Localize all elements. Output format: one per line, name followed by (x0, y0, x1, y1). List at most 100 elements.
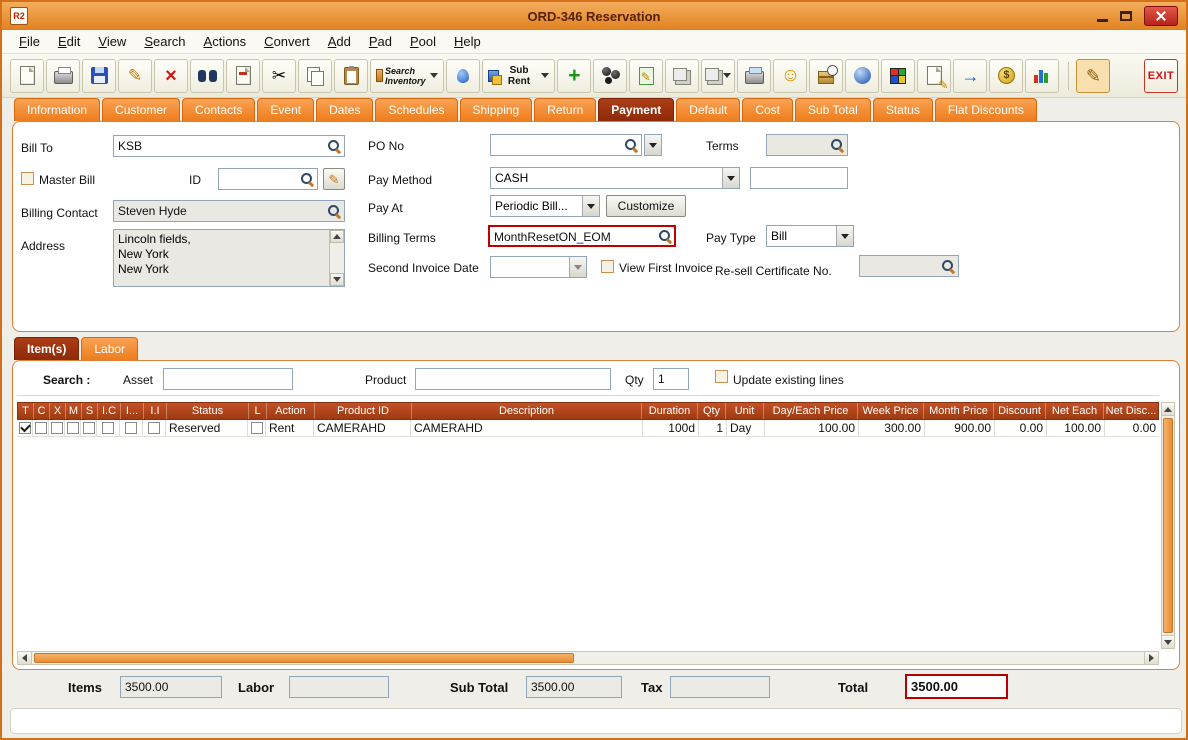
menu-pool[interactable]: Pool (401, 31, 445, 52)
col-header-net-each[interactable]: Net Each (1046, 403, 1104, 419)
po-no-field[interactable] (490, 134, 642, 156)
row-checkbox-m[interactable] (67, 422, 79, 434)
save-button[interactable] (82, 59, 116, 93)
col-header-month-price[interactable]: Month Price (924, 403, 994, 419)
tab-contacts[interactable]: Contacts (182, 98, 255, 121)
menu-help[interactable]: Help (445, 31, 490, 52)
tab-schedules[interactable]: Schedules (375, 98, 457, 121)
combo-arrow-button[interactable] (569, 257, 586, 277)
availability-button[interactable] (809, 59, 843, 93)
delete-button[interactable]: × (154, 59, 188, 93)
scroll-up-icon[interactable] (330, 230, 344, 243)
pay-method-extra-field[interactable] (750, 167, 848, 189)
edit-notes-button[interactable]: ✎ (917, 59, 951, 93)
tab-information[interactable]: Information (14, 98, 100, 121)
col-header-t[interactable]: T (18, 403, 34, 419)
vertical-scroll-thumb[interactable] (1163, 418, 1173, 633)
menu-view[interactable]: View (89, 31, 135, 52)
search-icon[interactable] (300, 172, 314, 186)
pay-method-combo[interactable]: CASH (490, 167, 740, 189)
scroll-up-icon[interactable] (1162, 403, 1174, 416)
col-header-product-id[interactable]: Product ID (315, 403, 412, 419)
export-button[interactable]: → (953, 59, 987, 93)
bill-to-field[interactable]: KSB (113, 135, 345, 157)
col-header-s[interactable]: S (82, 403, 98, 419)
combo-arrow-button[interactable] (722, 168, 739, 188)
po-no-dropdown-button[interactable] (644, 134, 662, 156)
id-edit-button[interactable]: ✎ (323, 168, 345, 190)
col-header-duration[interactable]: Duration (642, 403, 698, 419)
scroll-left-icon[interactable] (18, 652, 32, 664)
product-search-field[interactable] (415, 368, 611, 390)
search-icon[interactable] (327, 139, 341, 153)
search-icon[interactable] (658, 229, 672, 243)
tab-items[interactable]: Item(s) (14, 337, 79, 360)
col-header-m[interactable]: M (66, 403, 82, 419)
col-header-net-disc[interactable]: Net Disc... (1104, 403, 1158, 419)
tab-return[interactable]: Return (534, 98, 596, 121)
row-checkbox-t[interactable] (19, 422, 31, 434)
row-checkbox-x[interactable] (51, 422, 63, 434)
wand-button[interactable]: ✎ (1076, 59, 1110, 93)
menu-add[interactable]: Add (319, 31, 360, 52)
resell-certificate-field[interactable] (859, 255, 959, 277)
search-icon[interactable] (941, 259, 955, 273)
paste-button[interactable] (334, 59, 368, 93)
tab-flat-discounts[interactable]: Flat Discounts (935, 98, 1037, 121)
menu-edit[interactable]: Edit (49, 31, 89, 52)
billing-terms-field[interactable]: MonthResetON_EOM (488, 225, 676, 247)
table-row[interactable]: Reserved Rent CAMERAHD CAMERAHD 100d 1 D… (17, 420, 1159, 437)
find-button[interactable] (190, 59, 224, 93)
row-checkbox-c[interactable] (35, 422, 47, 434)
menu-file[interactable]: File (10, 31, 49, 52)
maximize-icon[interactable] (1120, 11, 1132, 21)
exit-button[interactable]: EXIT (1144, 59, 1178, 93)
view-first-invoice-checkbox[interactable] (601, 260, 614, 273)
horizontal-scrollbar[interactable] (17, 651, 1159, 665)
tab-customer[interactable]: Customer (102, 98, 180, 121)
tab-status[interactable]: Status (873, 98, 933, 121)
col-header-unit[interactable]: Unit (726, 403, 764, 419)
customize-button[interactable]: Customize (606, 195, 686, 217)
pay-at-combo[interactable]: Periodic Bill... (490, 195, 600, 217)
address-field[interactable]: Lincoln fields, New York New York (113, 229, 345, 287)
scroll-down-icon[interactable] (1162, 635, 1174, 648)
billing-contact-field[interactable]: Steven Hyde (113, 200, 345, 222)
col-header-day-each-price[interactable]: Day/Each Price (764, 403, 858, 419)
combo-arrow-button[interactable] (582, 196, 599, 216)
menu-pad[interactable]: Pad (360, 31, 401, 52)
horizontal-scroll-thumb[interactable] (34, 653, 574, 663)
id-field[interactable] (218, 168, 318, 190)
edit-button[interactable]: ✎ (118, 59, 152, 93)
col-header-qty[interactable]: Qty (698, 403, 726, 419)
col-header-action[interactable]: Action (267, 403, 315, 419)
assign-button[interactable] (226, 59, 260, 93)
col-header-l[interactable]: L (249, 403, 267, 419)
new-document-button[interactable] (10, 59, 44, 93)
col-header-discount[interactable]: Discount (994, 403, 1046, 419)
update-existing-lines-checkbox[interactable] (715, 370, 728, 383)
tab-dates[interactable]: Dates (316, 98, 373, 121)
qty-field[interactable]: 1 (653, 368, 689, 390)
duplicate-button[interactable] (665, 59, 699, 93)
web-button[interactable] (845, 59, 879, 93)
master-bill-checkbox[interactable] (21, 172, 34, 185)
tab-sub-total[interactable]: Sub Total (795, 98, 871, 121)
col-header-description[interactable]: Description (412, 403, 642, 419)
tab-cost[interactable]: Cost (742, 98, 793, 121)
tab-default[interactable]: Default (676, 98, 740, 121)
combo-arrow-button[interactable] (836, 226, 853, 246)
feedback-button[interactable]: ☺ (773, 59, 807, 93)
search-icon[interactable] (830, 138, 844, 152)
add-line-button[interactable]: + (557, 59, 591, 93)
close-icon[interactable] (1144, 6, 1178, 26)
col-header-ic[interactable]: I.C (98, 403, 121, 419)
duplicate-menu-button[interactable] (701, 59, 735, 93)
scroll-down-icon[interactable] (330, 273, 344, 286)
col-header-status[interactable]: Status (167, 403, 249, 419)
asset-search-field[interactable] (163, 368, 293, 390)
row-checkbox-ic[interactable] (102, 422, 114, 434)
col-header-i2[interactable]: I... (121, 403, 144, 419)
menu-convert[interactable]: Convert (255, 31, 319, 52)
money-button[interactable]: $ (989, 59, 1023, 93)
